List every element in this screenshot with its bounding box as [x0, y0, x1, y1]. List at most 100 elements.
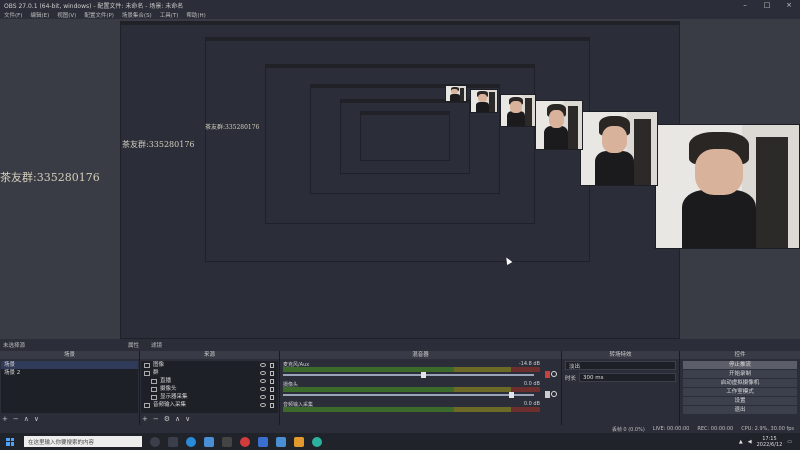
- edge-icon[interactable]: [186, 436, 196, 447]
- microphone-icon: [144, 402, 150, 408]
- windows-start-icon[interactable]: [6, 437, 14, 446]
- scene-item[interactable]: 场景 2: [1, 369, 138, 377]
- lock-icon[interactable]: [270, 370, 274, 376]
- close-icon[interactable]: ×: [778, 1, 800, 9]
- lock-icon[interactable]: [270, 386, 274, 392]
- menu-tools[interactable]: 工具(T): [160, 11, 179, 19]
- volume-knob[interactable]: [509, 392, 514, 398]
- duration-input[interactable]: 300 ms: [579, 373, 676, 382]
- source-item-label: 摄像头: [160, 386, 177, 392]
- lock-icon[interactable]: [270, 402, 274, 408]
- exit-button[interactable]: 退出: [683, 406, 797, 414]
- cortana-icon[interactable]: [150, 436, 160, 447]
- camera-feed: [655, 124, 800, 249]
- duration-label: 时长: [565, 375, 577, 382]
- visibility-icon[interactable]: [260, 387, 266, 391]
- app-icon[interactable]: [276, 436, 286, 447]
- folder-icon: [144, 370, 150, 376]
- settings-button[interactable]: 设置: [683, 397, 797, 405]
- app-icon[interactable]: [312, 436, 322, 447]
- app-icon[interactable]: [204, 436, 214, 447]
- visibility-icon[interactable]: [260, 379, 266, 383]
- menu-profile[interactable]: 配置文件(P): [84, 11, 114, 19]
- source-item[interactable]: 直播: [141, 377, 278, 385]
- start-virtual-camera-button[interactable]: 启动虚拟摄像机: [683, 379, 797, 387]
- obs-icon[interactable]: [222, 436, 232, 447]
- visibility-icon[interactable]: [260, 403, 266, 407]
- taskbar-search[interactable]: 在这里输入你要搜索的内容: [24, 436, 142, 447]
- cpu-usage: CPU: 2.9%, 30.00 fps: [741, 426, 794, 432]
- menu-file[interactable]: 文件(F): [4, 11, 22, 19]
- add-icon[interactable]: +: [142, 415, 148, 423]
- watermark-text: 茶友群:335280176: [205, 124, 260, 131]
- settings-icon[interactable]: ⚙: [164, 415, 170, 423]
- window-title: OBS 27.0.1 (64-bit, windows) - 配置文件: 未命名…: [4, 2, 184, 10]
- source-item[interactable]: 显示器采集: [141, 393, 278, 401]
- menu-scene-collection[interactable]: 场景集合(S): [122, 11, 152, 19]
- remove-icon[interactable]: −: [153, 415, 159, 423]
- lock-icon[interactable]: [270, 378, 274, 384]
- gear-icon[interactable]: [551, 371, 557, 377]
- maximize-icon[interactable]: □: [756, 1, 778, 9]
- watermark-text: 茶友群:335280176: [122, 140, 195, 149]
- taskbar: 在这里输入你要搜索的内容 ▲ ◀ 17:15 2022/6/12 ▭: [0, 433, 800, 450]
- mixer-channel: 音频输入采集 0.0 dB: [283, 401, 558, 421]
- volume-knob[interactable]: [421, 372, 426, 378]
- stop-streaming-button[interactable]: 停止推流: [683, 361, 797, 369]
- mixer-title: 混音器: [280, 351, 561, 359]
- transitions-title: 转场特效: [562, 351, 679, 359]
- menu-help[interactable]: 帮助(H): [186, 11, 205, 19]
- mixer-channels: 麦克风/Aux -14.8 dB 摄像头 0.0 dB 音频输入采集 0.0 d…: [283, 361, 558, 421]
- lock-icon[interactable]: [270, 394, 274, 400]
- move-up-icon[interactable]: ∧: [24, 415, 29, 423]
- transition-select[interactable]: 淡出: [565, 361, 676, 370]
- menu-edit[interactable]: 编辑(E): [30, 11, 49, 19]
- source-toolbar: 未选择源 属性 滤镜: [0, 339, 800, 351]
- menu-view[interactable]: 视图(V): [57, 11, 76, 19]
- mixer-channel: 摄像头 0.0 dB: [283, 381, 558, 401]
- source-item[interactable]: 音频输入采集: [141, 401, 278, 409]
- filters-button[interactable]: 滤镜: [148, 341, 165, 349]
- sources-list: 图像 群 直播 摄像头 显示器采集 音频输入采集: [141, 361, 278, 413]
- lock-icon[interactable]: [270, 362, 274, 368]
- speaker-muted-icon[interactable]: [545, 371, 550, 378]
- camera-feed: [445, 85, 467, 102]
- speaker-icon[interactable]: [545, 391, 550, 398]
- minimize-icon[interactable]: –: [734, 1, 756, 9]
- network-icon[interactable]: ▲: [739, 439, 743, 445]
- volume-slider[interactable]: [283, 394, 534, 396]
- visibility-icon[interactable]: [260, 371, 266, 375]
- properties-button[interactable]: 属性: [125, 341, 142, 349]
- source-item[interactable]: 群: [141, 369, 278, 377]
- clock[interactable]: 17:15 2022/6/12: [757, 436, 783, 448]
- volume-icon[interactable]: ◀: [748, 439, 752, 445]
- source-item[interactable]: 摄像头: [141, 385, 278, 393]
- netease-music-icon[interactable]: [240, 436, 250, 447]
- add-icon[interactable]: +: [2, 415, 8, 423]
- controls-title: 控件: [680, 351, 800, 359]
- scene-item[interactable]: 场景: [1, 361, 138, 369]
- source-item-label: 音频输入采集: [153, 402, 187, 408]
- start-recording-button[interactable]: 开始录制: [683, 370, 797, 378]
- notification-icon[interactable]: ▭: [787, 439, 792, 445]
- move-up-icon[interactable]: ∧: [175, 415, 180, 423]
- watermark-text: 茶友群:335280176: [0, 171, 100, 184]
- move-down-icon[interactable]: ∨: [34, 415, 39, 423]
- move-down-icon[interactable]: ∨: [185, 415, 190, 423]
- camera-icon: [151, 386, 157, 392]
- camera-feed: [535, 100, 583, 150]
- mixer-channel: 麦克风/Aux -14.8 dB: [283, 361, 558, 381]
- remove-icon[interactable]: −: [13, 415, 19, 423]
- preview-canvas[interactable]: 茶友群:335280176 茶友群:335280176 茶友群:33528017…: [0, 19, 800, 339]
- visibility-icon[interactable]: [260, 395, 266, 399]
- studio-mode-button[interactable]: 工作室模式: [683, 388, 797, 396]
- source-item[interactable]: 图像: [141, 361, 278, 369]
- app-icon[interactable]: [258, 436, 268, 447]
- menu-bar: 文件(F) 编辑(E) 视图(V) 配置文件(P) 场景集合(S) 工具(T) …: [0, 10, 800, 19]
- task-view-icon[interactable]: [168, 436, 178, 447]
- app-icon[interactable]: [294, 436, 304, 447]
- dropped-frames: 丢帧 0 (0.0%): [611, 426, 645, 433]
- visibility-icon[interactable]: [260, 363, 266, 367]
- volume-slider[interactable]: [283, 374, 534, 376]
- gear-icon[interactable]: [551, 391, 557, 397]
